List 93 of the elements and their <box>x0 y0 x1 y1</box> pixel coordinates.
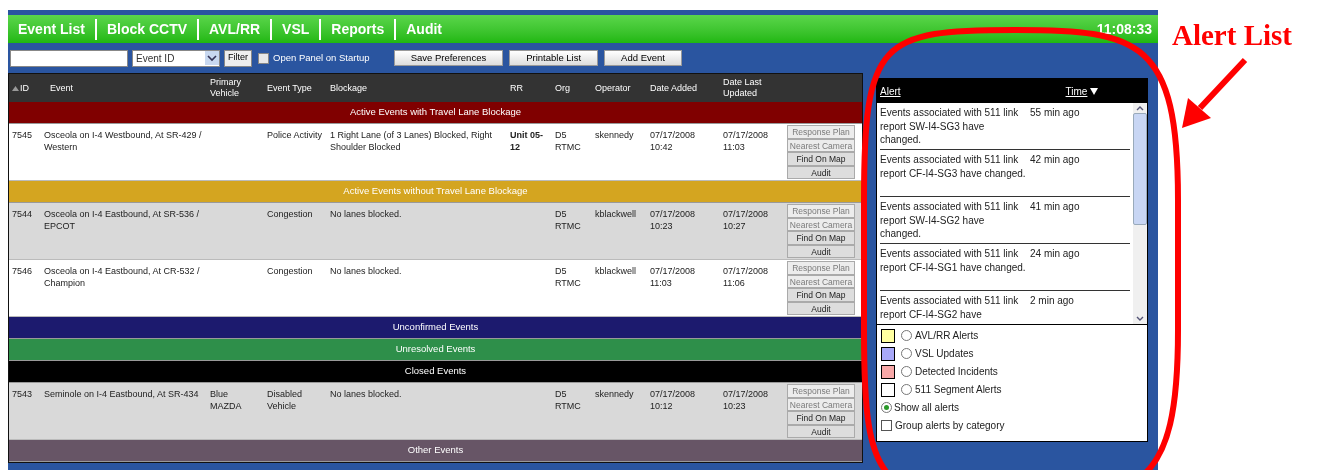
table-cell-text: 07/17/2008 10:42 <box>649 129 697 154</box>
section-header: Unconfirmed Events <box>9 317 862 339</box>
category-label: Detected Incidents <box>915 365 998 379</box>
table-cell-text: Police Activity <box>266 129 324 142</box>
table-cell-text: 07/17/2008 10:23 <box>722 388 770 413</box>
section-header: Active Events without Travel Lane Blockage <box>9 181 862 203</box>
checkbox-label: Open Panel on Startup <box>273 50 370 65</box>
table-cell-text: Disabled Vehicle <box>266 388 304 413</box>
column-header[interactable]: ID <box>20 82 29 94</box>
clock: 11:08:33 <box>1096 19 1152 39</box>
table-cell-text: 07/17/2008 10:23 <box>649 208 697 233</box>
table-cell-text: Congestion <box>266 265 314 278</box>
table-cell-text: 1 Right Lane (of 3 Lanes) Blocked, Right Shoulder Blocked <box>329 129 494 154</box>
scrollbar[interactable] <box>1133 103 1147 324</box>
alert-message: Events associated with 511 link report CF-I4-SG2 have <box>880 294 1020 322</box>
alert-time: 41 min ago <box>1030 200 1080 214</box>
column-header[interactable]: RR <box>510 82 523 94</box>
toolbar-button[interactable]: Printable List <box>509 50 599 66</box>
radio-button[interactable] <box>901 384 912 395</box>
column-header[interactable]: Date Added <box>650 82 698 94</box>
table-cell-text: kblackwell <box>594 208 637 221</box>
table-cell-text: 7545 <box>11 129 34 142</box>
alert-column-header[interactable]: Alert <box>880 83 901 99</box>
column-header[interactable]: Date Last Updated <box>723 77 784 99</box>
radio-button[interactable] <box>881 402 892 413</box>
checkbox-label: Group alerts by category <box>895 419 1005 433</box>
checkbox[interactable] <box>881 420 892 431</box>
table-cell-text: Osceola on I-4 Eastbound, At CR-532 / Champion <box>43 265 201 290</box>
radio-button[interactable] <box>901 366 912 377</box>
table-cell-text: No lanes blocked. <box>329 388 403 401</box>
table-cell-text: Blue MAZDA <box>209 388 243 413</box>
table-cell-text: Congestion <box>266 208 314 221</box>
section-header: Active Events with Travel Lane Blockage <box>9 102 862 124</box>
table-cell-text: skennedy <box>594 129 635 142</box>
table-cell-text: Unit 05-12 <box>509 129 544 154</box>
category-label: VSL Updates <box>915 347 974 361</box>
table-cell-text: 07/17/2008 11:06 <box>722 265 770 290</box>
alert-message: Events associated with 511 link report CF-I4-SG1 have changed. <box>880 247 1027 275</box>
table-cell-text: kblackwell <box>594 265 637 278</box>
table-cell-text: 7543 <box>11 388 34 401</box>
section-header: Closed Events <box>9 361 862 383</box>
table-cell-text: Osceola on I-4 Westbound, At SR-429 / Western <box>43 129 203 154</box>
table-cell-text: 07/17/2008 11:03 <box>649 265 697 290</box>
table-cell-text: 7544 <box>11 208 34 221</box>
table-cell-text: D5 RTMC <box>554 265 582 290</box>
column-header[interactable]: Event Type <box>267 82 312 94</box>
alert-time: 2 min ago <box>1030 294 1074 308</box>
toolbar-button[interactable]: Save Preferences <box>393 50 504 66</box>
table-cell-text: D5 RTMC <box>554 129 582 154</box>
alert-time: 24 min ago <box>1030 247 1080 261</box>
time-column-header[interactable]: Time <box>1065 83 1088 99</box>
search-field[interactable] <box>10 49 128 67</box>
table-cell-text: No lanes blocked. <box>329 208 403 221</box>
action-button[interactable]: Find On Map <box>787 231 855 245</box>
radio-button[interactable] <box>901 330 912 341</box>
table-cell-text: 07/17/2008 10:27 <box>722 208 770 233</box>
column-header[interactable]: Org <box>555 82 570 94</box>
category-label: 511 Segment Alerts <box>915 383 1002 397</box>
table-cell-text: 07/17/2008 11:03 <box>722 129 770 154</box>
filter-button[interactable]: Filter <box>224 49 252 67</box>
annotation-arrow <box>1182 57 1248 128</box>
category-label: AVL/RR Alerts <box>915 329 979 343</box>
alert-message: Events associated with 511 link report SW-I4-SG3 have changed. <box>880 106 1020 147</box>
table-cell-text: No lanes blocked. <box>329 265 403 278</box>
action-button[interactable]: Find On Map <box>787 152 855 166</box>
annotation-label: Alert List <box>1172 18 1292 53</box>
action-button[interactable]: Find On Map <box>787 411 855 425</box>
table-cell-text: D5 RTMC <box>554 388 582 413</box>
table-cell-text: D5 RTMC <box>554 208 582 233</box>
checkbox[interactable] <box>258 52 269 64</box>
column-header[interactable]: Event <box>44 82 73 94</box>
alert-message: Events associated with 511 link report SW-I4-SG2 have changed. <box>880 200 1020 241</box>
action-button[interactable]: Find On Map <box>787 288 855 302</box>
table-cell-text: Seminole on I-4 Eastbound, At SR-434 <box>43 388 200 401</box>
column-header[interactable]: Primary Vehicle <box>210 77 261 99</box>
table-cell-text: skennedy <box>594 388 635 401</box>
dropdown-icon <box>205 51 219 65</box>
column-header[interactable]: Blockage <box>330 82 368 94</box>
table-cell-text: 07/17/2008 10:12 <box>649 388 697 413</box>
radio-button[interactable] <box>901 348 912 359</box>
section-header: Other Events <box>9 440 862 462</box>
toolbar-button[interactable]: Add Event <box>604 50 682 66</box>
table-cell-text: 7546 <box>11 265 34 278</box>
section-header: Unresolved Events <box>9 339 862 361</box>
alert-message: Events associated with 511 link report CF-I4-SG3 have changed. <box>880 153 1027 181</box>
sort-icon <box>12 85 19 91</box>
table-cell-text: Osceola on I-4 Eastbound, At SR-536 / EPCOT <box>43 208 201 233</box>
radio-label: Show all alerts <box>894 401 960 415</box>
filter-select[interactable]: Event ID <box>132 49 220 67</box>
alert-time: 42 min ago <box>1030 153 1080 167</box>
column-header[interactable]: Operator <box>595 82 631 94</box>
sort-icon <box>1090 87 1099 95</box>
alert-time: 55 min ago <box>1030 106 1080 120</box>
